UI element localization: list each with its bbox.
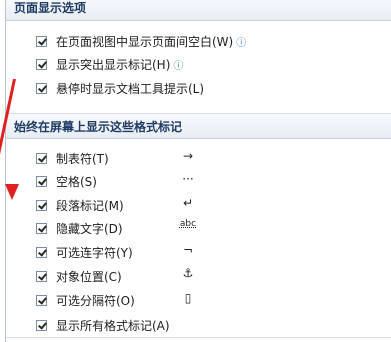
checkbox-show-whitespace[interactable]: [36, 35, 47, 47]
option-label: 段落标记(M): [56, 198, 124, 213]
paragraph-mark-icon: ↵: [182, 196, 194, 210]
checkbox-show-highlighter[interactable]: [36, 58, 47, 70]
option-show-highlighter[interactable]: 显示突出显示标记(H) ⓘ: [36, 55, 183, 73]
option-spaces[interactable]: 空格(S): [36, 172, 97, 190]
option-paragraph-marks[interactable]: 段落标记(M): [36, 196, 124, 214]
break-mark-icon: ▯: [184, 291, 192, 305]
option-object-anchors[interactable]: 对象位置(C): [36, 267, 122, 285]
option-optional-breaks[interactable]: 可选分隔符(O): [36, 291, 135, 309]
option-label: 隐藏文字(D): [56, 221, 123, 236]
hidden-text-mark-icon: abc: [179, 219, 197, 229]
option-show-whitespace[interactable]: 在页面视图中显示页面间空白(W) ⓘ: [36, 32, 246, 50]
option-label: 显示突出显示标记(H): [56, 57, 171, 72]
option-tab-chars[interactable]: 制表符(T): [36, 149, 109, 167]
checkbox-paragraph-marks[interactable]: [36, 199, 47, 211]
option-label: 对象位置(C): [56, 269, 122, 284]
option-show-tooltips[interactable]: 悬停时显示文档工具提示(L): [36, 79, 204, 97]
checkbox-tab-chars[interactable]: [36, 152, 47, 164]
red-arrow-head-icon: [5, 184, 19, 200]
option-optional-hyphens[interactable]: 可选连字符(Y): [36, 243, 133, 261]
info-icon[interactable]: ⓘ: [173, 57, 183, 72]
anchor-icon: ⚓: [182, 266, 194, 280]
option-label: 在页面视图中显示页面间空白(W): [56, 34, 234, 49]
option-label: 显示所有格式标记(A): [56, 318, 170, 333]
section-header-page-display: 页面显示选项: [6, 0, 391, 21]
checkbox-object-anchors[interactable]: [36, 270, 47, 282]
option-label: 可选分隔符(O): [56, 293, 135, 308]
checkbox-hidden-text[interactable]: [36, 222, 47, 234]
option-hidden-text[interactable]: 隐藏文字(D): [36, 219, 123, 237]
checkbox-spaces[interactable]: [36, 175, 47, 187]
tab-mark-icon: →: [182, 149, 194, 163]
checkbox-show-tooltips[interactable]: [36, 82, 47, 94]
section-header-format-marks: 始终在屏幕上显示这些格式标记: [6, 113, 391, 139]
checkbox-optional-breaks[interactable]: [36, 294, 47, 306]
option-label: 可选连字符(Y): [56, 245, 133, 260]
option-label: 制表符(T): [56, 151, 109, 166]
checkbox-show-all-marks[interactable]: [36, 319, 47, 331]
bottom-divider: [6, 337, 391, 338]
space-mark-icon: ···: [182, 172, 194, 186]
checkbox-optional-hyphens[interactable]: [36, 246, 47, 258]
option-show-all-marks[interactable]: 显示所有格式标记(A): [36, 316, 170, 334]
hyphen-mark-icon: ¬: [182, 243, 194, 257]
option-label: 空格(S): [56, 174, 97, 189]
info-icon[interactable]: ⓘ: [236, 34, 246, 49]
panel-left-border: [5, 0, 6, 342]
option-label: 悬停时显示文档工具提示(L): [56, 81, 205, 96]
